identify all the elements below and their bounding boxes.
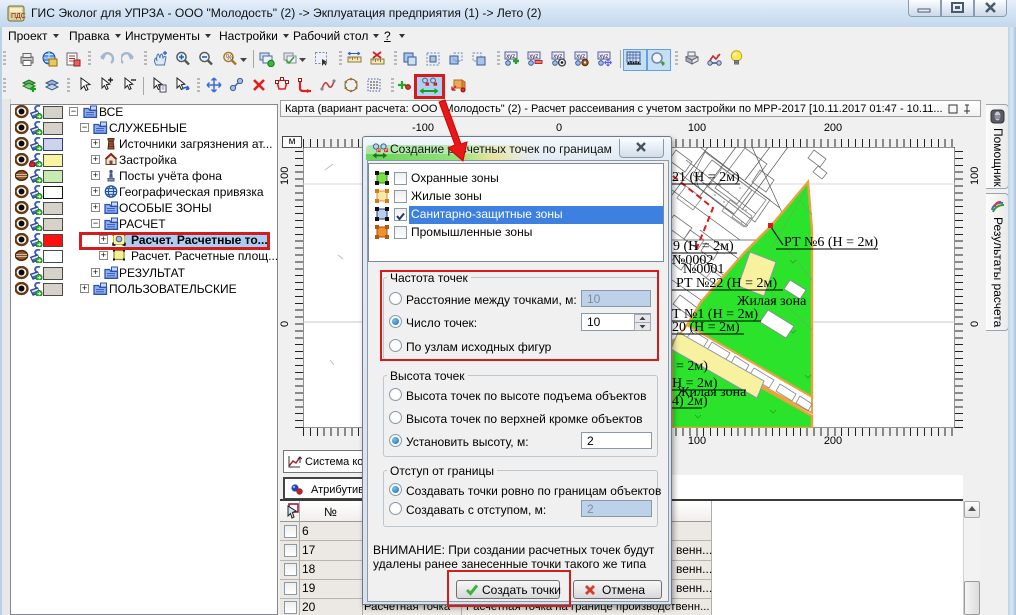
svg-text:20 (Н = 2м): 20 (Н = 2м)	[672, 320, 740, 335]
svg-text:№0001: №0001	[683, 262, 724, 277]
svg-text:Р: Р	[377, 148, 380, 153]
svg-text:ПДС: ПДС	[11, 13, 26, 20]
svg-text:21 (Н = 2м): 21 (Н = 2м)	[672, 170, 740, 185]
svg-text:9 (Н = 2м): 9 (Н = 2м)	[673, 239, 734, 254]
svg-text:%: %	[226, 53, 233, 62]
svg-text:4) 2м): 4) 2м)	[672, 394, 708, 409]
svg-text:Р: Р	[385, 148, 388, 153]
svg-text:РТ №22 (Н = 2м): РТ №22 (Н = 2м)	[676, 276, 777, 291]
svg-text:= 2м): = 2м)	[676, 359, 708, 374]
svg-text:РТ №6 (Н = 2м): РТ №6 (Н = 2м)	[784, 235, 878, 250]
